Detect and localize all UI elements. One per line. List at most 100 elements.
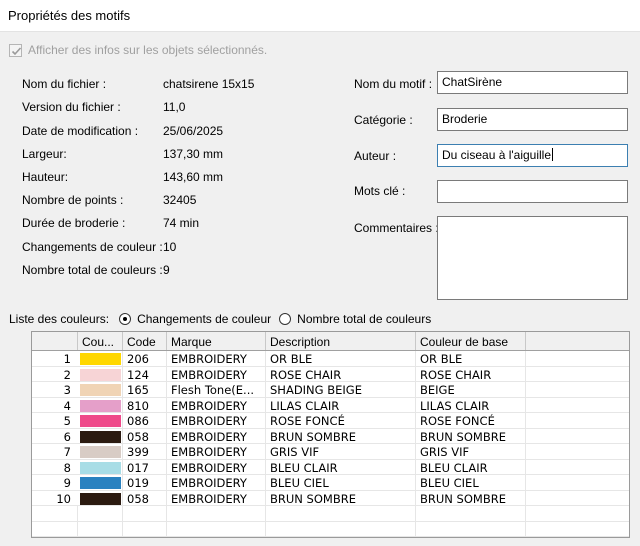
cell-code: 058 xyxy=(123,490,167,506)
table-body: 1 206 EMBROIDERY OR BLE OR BLE 2 124 EMBROIDERY… xyxy=(32,351,629,537)
header-base-color[interactable]: Couleur de base xyxy=(416,332,526,350)
cell-code: 124 xyxy=(123,366,167,382)
cell-color xyxy=(78,475,123,490)
color-swatch xyxy=(80,368,121,381)
info-value-width: 137,30 mm xyxy=(163,147,224,161)
cell-description: BLEU CIEL xyxy=(266,475,416,490)
cell-brand: EMBROIDERY xyxy=(167,366,266,382)
cell-base-color: BRUN SOMBRE xyxy=(416,490,526,506)
cell-number: 6 xyxy=(63,429,71,444)
color-swatch xyxy=(80,415,121,427)
cell-base-color: ROSE CHAIR xyxy=(416,366,526,382)
cell-brand: EMBROIDERY xyxy=(167,351,266,366)
design-name-input[interactable]: ChatSirène xyxy=(437,71,628,94)
info-value-height: 143,60 mm xyxy=(163,170,224,184)
cell-color xyxy=(78,397,123,413)
cell-base-color: GRIS VIF xyxy=(416,444,526,459)
keywords-input[interactable] xyxy=(437,180,628,203)
empty-cell xyxy=(416,506,526,521)
cell-brand: EMBROIDERY xyxy=(167,490,266,506)
text-caret xyxy=(552,148,554,161)
cell-number: 3 xyxy=(63,383,71,397)
cell-code: 206 xyxy=(123,351,167,366)
cell-code: 399 xyxy=(123,444,167,459)
table-header: Cou... Code Marque Description Couleur d… xyxy=(32,332,629,351)
table-row[interactable]: 4 810 EMBROIDERY LILAS CLAIR LILAS CLAIR xyxy=(32,397,629,413)
cell-code: 017 xyxy=(123,459,167,475)
cell-description: LILAS CLAIR xyxy=(266,397,416,413)
cell-description: OR BLE xyxy=(266,351,416,366)
info-value-color-changes: 10 xyxy=(163,240,177,254)
category-label: Catégorie : xyxy=(354,113,413,127)
info-value-file-name: chatsirene 15x15 xyxy=(163,77,255,91)
cell-base-color: BLEU CIEL xyxy=(416,475,526,490)
cell-code: 058 xyxy=(123,428,167,444)
info-label-total-colors: Nombre total de couleurs : xyxy=(22,263,163,277)
author-value: Du ciseau à l'aiguille xyxy=(442,148,552,162)
info-value-duration: 74 min xyxy=(163,216,200,230)
table-row[interactable]: 10 058 EMBROIDERY BRUN SOMBRE BRUN SOMBRE xyxy=(32,490,629,506)
color-swatch xyxy=(80,492,121,505)
show-info-checkbox-row[interactable]: Afficher des infos sur les objets sélect… xyxy=(9,43,267,57)
header-description[interactable]: Description xyxy=(266,332,416,350)
table-row[interactable]: 2 124 EMBROIDERY ROSE CHAIR ROSE CHAIR xyxy=(32,366,629,382)
cell-description: ROSE FONCÉ xyxy=(266,413,416,428)
color-list-options: Liste des couleurs: Changements de coule… xyxy=(9,312,431,326)
table-row[interactable]: 3 165 Flesh Tone(E... SHADING BEIGE BEIGE xyxy=(32,382,629,398)
comments-textarea[interactable] xyxy=(437,216,628,300)
radio-color-changes-label[interactable]: Changements de couleur xyxy=(137,312,271,326)
cell-description: ROSE CHAIR xyxy=(266,366,416,382)
radio-color-changes[interactable] xyxy=(119,313,132,325)
table-row[interactable]: 1 206 EMBROIDERY OR BLE OR BLE xyxy=(32,351,629,367)
color-swatch xyxy=(80,430,121,443)
table-row[interactable]: 8 017 EMBROIDERY BLEU CLAIR BLEU CLAIR xyxy=(32,459,629,475)
table-row[interactable]: 7 399 EMBROIDERY GRIS VIF GRIS VIF xyxy=(32,444,629,460)
header-code[interactable]: Code xyxy=(123,332,167,350)
color-list-label: Liste des couleurs: xyxy=(9,312,110,326)
info-value-stitch-count: 32405 xyxy=(163,193,197,207)
show-info-checkbox[interactable] xyxy=(9,43,22,57)
cell-base-color: BRUN SOMBRE xyxy=(416,428,526,444)
table-row[interactable]: 9 019 EMBROIDERY BLEU CIEL BLEU CIEL xyxy=(32,475,629,491)
author-input[interactable]: Du ciseau à l'aiguille xyxy=(437,144,628,167)
header-color[interactable]: Cou... xyxy=(78,332,123,350)
cell-color xyxy=(78,382,123,397)
cell-code: 165 xyxy=(123,382,167,397)
info-label-width: Largeur: xyxy=(22,147,67,161)
table-row[interactable]: 6 058 EMBROIDERY BRUN SOMBRE BRUN SOMBRE xyxy=(32,428,629,444)
header-brand[interactable]: Marque xyxy=(167,332,266,350)
table-row[interactable]: 5 086 EMBROIDERY ROSE FONCÉ ROSE FONCÉ xyxy=(32,413,629,429)
cell-brand: EMBROIDERY xyxy=(167,475,266,490)
radio-total-colors[interactable] xyxy=(279,313,292,325)
cell-description: BLEU CLAIR xyxy=(266,459,416,475)
color-table[interactable]: Cou... Code Marque Description Couleur d… xyxy=(31,331,630,538)
cell-brand: EMBROIDERY xyxy=(167,397,266,413)
empty-cell xyxy=(78,521,123,537)
show-info-label: Afficher des infos sur les objets sélect… xyxy=(28,43,268,57)
info-label-duration: Durée de broderie : xyxy=(22,216,126,230)
cell-base-color: BEIGE xyxy=(416,382,526,397)
check-icon xyxy=(11,46,22,55)
info-label-color-changes: Changements de couleur : xyxy=(22,240,163,254)
radio-total-colors-label[interactable]: Nombre total de couleurs xyxy=(297,312,431,326)
category-value: Broderie xyxy=(442,112,488,126)
cell-brand: EMBROIDERY xyxy=(167,428,266,444)
design-name-value: ChatSirène xyxy=(442,75,503,89)
cell-description: BRUN SOMBRE xyxy=(266,428,416,444)
empty-cell xyxy=(78,506,123,521)
category-input[interactable]: Broderie xyxy=(437,108,628,131)
empty-cell xyxy=(416,521,526,537)
info-label-height: Hauteur: xyxy=(22,170,69,184)
title-bar: Propriétés des motifs xyxy=(0,0,640,32)
color-swatch xyxy=(80,446,121,458)
cell-brand: EMBROIDERY xyxy=(167,444,266,459)
header-number[interactable] xyxy=(32,332,78,350)
cell-brand: EMBROIDERY xyxy=(167,459,266,475)
cell-base-color: OR BLE xyxy=(416,351,526,366)
color-swatch xyxy=(80,384,121,396)
info-label-file-name: Nom du fichier : xyxy=(22,77,107,91)
empty-cell xyxy=(123,521,167,537)
color-swatch xyxy=(80,477,121,489)
info-value-file-version: 11,0 xyxy=(163,100,186,114)
cell-color xyxy=(78,351,123,366)
